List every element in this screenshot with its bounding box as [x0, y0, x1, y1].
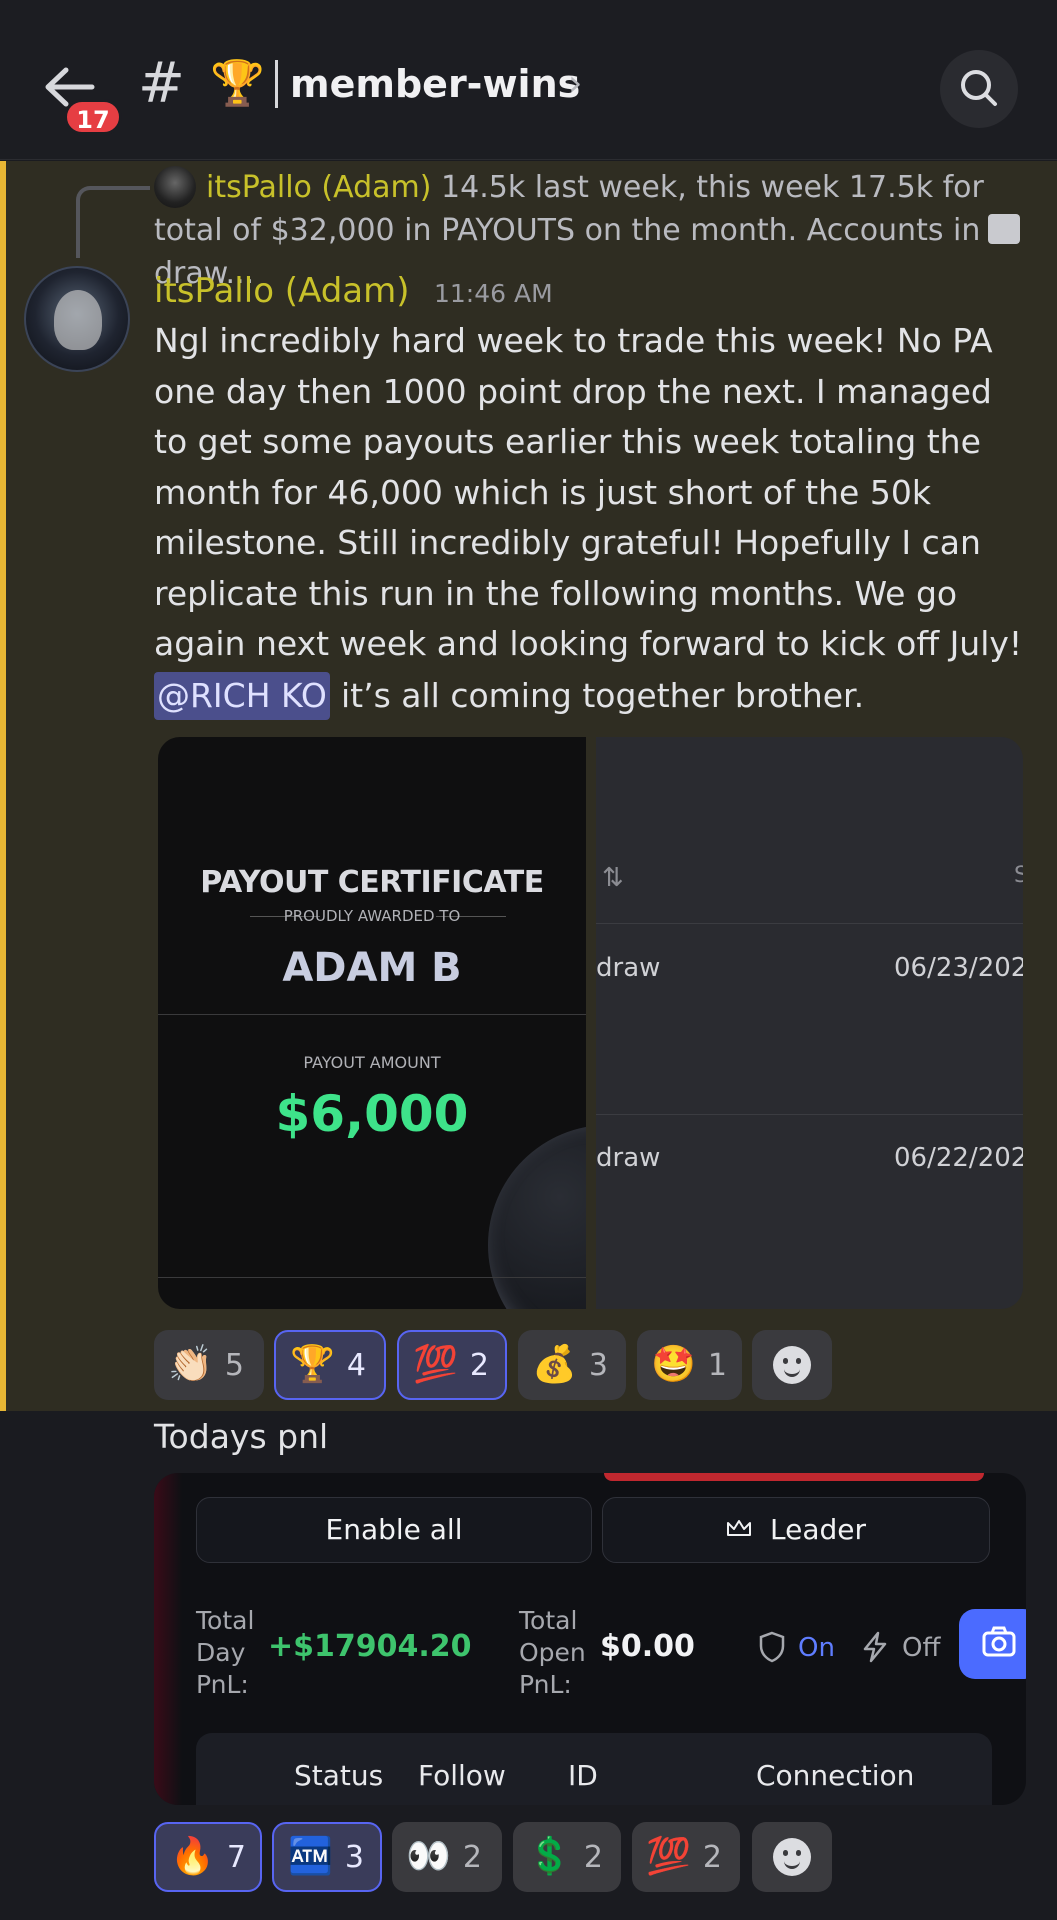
message-body-tail: it’s all coming together brother. [341, 676, 865, 715]
column-header-connection: Connection [756, 1759, 915, 1792]
reaction-hundred[interactable]: 💯 2 [632, 1822, 740, 1892]
day-pnl-label: Total [196, 1606, 255, 1635]
certificate-subtitle: PROUDLY AWARDED TO [283, 907, 461, 925]
on-label: On [798, 1633, 835, 1663]
avatar[interactable] [24, 266, 130, 372]
open-pnl-label: Total [519, 1606, 578, 1635]
reaction-count: 2 [702, 1839, 722, 1875]
reaction-count: 5 [224, 1347, 244, 1383]
separator [275, 60, 278, 108]
open-pnl-value: $0.00 [600, 1629, 695, 1664]
day-pnl-label: PnL: [196, 1670, 249, 1699]
table-cell: 06/23/202 [894, 953, 1023, 983]
enable-all-button: Enable all [196, 1497, 592, 1563]
certificate-title: PAYOUT CERTIFICATE [200, 865, 544, 900]
reaction-clap[interactable]: 👏🏻 5 [154, 1330, 264, 1400]
sort-icon: ⇅ [602, 863, 624, 893]
reaction-count: 3 [344, 1839, 364, 1875]
open-pnl-label: Open [519, 1638, 586, 1667]
clap-icon: 👏🏻 [168, 1344, 213, 1385]
hash-icon: # [138, 51, 185, 116]
reaction-count: 2 [583, 1839, 603, 1875]
reaction-count: 4 [346, 1347, 366, 1383]
unread-badge: 17 [64, 99, 122, 135]
crown-icon [726, 1520, 751, 1536]
reaction-trophy[interactable]: 🏆 4 [274, 1330, 386, 1400]
reaction-money-bag[interactable]: 💰 3 [518, 1330, 626, 1400]
reply-avatar [154, 166, 196, 208]
payout-amount: $6,000 [275, 1085, 469, 1143]
atm-icon: 🏧 [288, 1836, 333, 1877]
add-reaction-icon [773, 1838, 811, 1876]
column-header-id: ID [568, 1759, 598, 1792]
reaction-dollar[interactable]: 💲 2 [513, 1822, 621, 1892]
highlight-bar [0, 161, 6, 1411]
table-cell: 06/22/202 [894, 1143, 1023, 1173]
image-icon [988, 214, 1020, 244]
search-button[interactable] [940, 50, 1018, 128]
search-icon [961, 70, 997, 106]
pnl-screenshot[interactable]: Enable all Leader Total Day PnL: +$17904… [154, 1473, 1026, 1805]
reaction-eyes[interactable]: 👀 2 [392, 1822, 502, 1892]
planet-graphic [488, 1125, 586, 1309]
reaction-count: 3 [588, 1347, 608, 1383]
column-header-follow: Follow [418, 1759, 506, 1792]
payout-table-image[interactable]: ⇅ S draw 06/23/202 draw 06/22/202 [596, 737, 1023, 1309]
column-header-fragment: S [1014, 863, 1023, 888]
reaction-count: 2 [469, 1347, 489, 1383]
hundred-icon: 💯 [646, 1836, 691, 1877]
channel-header: 17 # 🏆 member-wins › [0, 0, 1057, 160]
reaction-atm[interactable]: 🏧 3 [272, 1822, 382, 1892]
table-cell: draw [596, 1143, 661, 1173]
reaction-star-struck[interactable]: 🤩 1 [637, 1330, 742, 1400]
column-header-status: Status [294, 1759, 384, 1792]
star-struck-icon: 🤩 [651, 1344, 696, 1385]
day-pnl-value: +$17904.20 [268, 1629, 472, 1664]
shield-icon [759, 1631, 785, 1663]
off-label: Off [902, 1633, 941, 1663]
hundred-icon: 💯 [413, 1344, 458, 1385]
payout-amount-label: PAYOUT AMOUNT [303, 1053, 441, 1072]
reaction-count: 1 [707, 1347, 727, 1383]
trophy-icon: 🏆 [210, 58, 265, 109]
channel-name[interactable]: member-wins [290, 56, 580, 112]
reaction-count: 7 [226, 1839, 246, 1875]
message-body: Todays pnl [154, 1417, 329, 1456]
day-pnl-label: Day [196, 1638, 246, 1667]
add-reaction-icon [773, 1346, 811, 1384]
camera-button [959, 1609, 1026, 1679]
add-reaction-button[interactable] [752, 1822, 832, 1892]
message-timestamp: 11:46 AM [434, 279, 553, 308]
money-bag-icon: 💰 [532, 1344, 577, 1385]
trophy-icon: 🏆 [290, 1344, 335, 1385]
certificate-name: ADAM B [282, 945, 462, 991]
message-author[interactable]: itsPallo (Adam) [154, 266, 410, 316]
reaction-fire[interactable]: 🔥 7 [154, 1822, 262, 1892]
reaction-count: 2 [462, 1839, 482, 1875]
eyes-icon: 👀 [406, 1836, 451, 1877]
dollar-icon: 💲 [527, 1836, 572, 1877]
reaction-hundred[interactable]: 💯 2 [397, 1330, 507, 1400]
lightning-icon [863, 1631, 887, 1663]
chevron-right-icon[interactable]: › [568, 58, 582, 110]
fire-icon: 🔥 [170, 1836, 215, 1877]
camera-icon [982, 1626, 1016, 1657]
leader-button: Leader [602, 1497, 990, 1563]
add-reaction-button[interactable] [752, 1330, 832, 1400]
open-pnl-label: PnL: [519, 1670, 572, 1699]
leader-label: Leader [769, 1513, 866, 1546]
message-body: Ngl incredibly hard week to trade this w… [154, 321, 1023, 663]
reply-connector [76, 186, 150, 258]
user-mention[interactable]: @RICH KO [154, 672, 330, 720]
certificate-image[interactable]: PAYOUT CERTIFICATE PROUDLY AWARDED TO AD… [158, 737, 586, 1309]
table-cell: draw [596, 953, 661, 983]
